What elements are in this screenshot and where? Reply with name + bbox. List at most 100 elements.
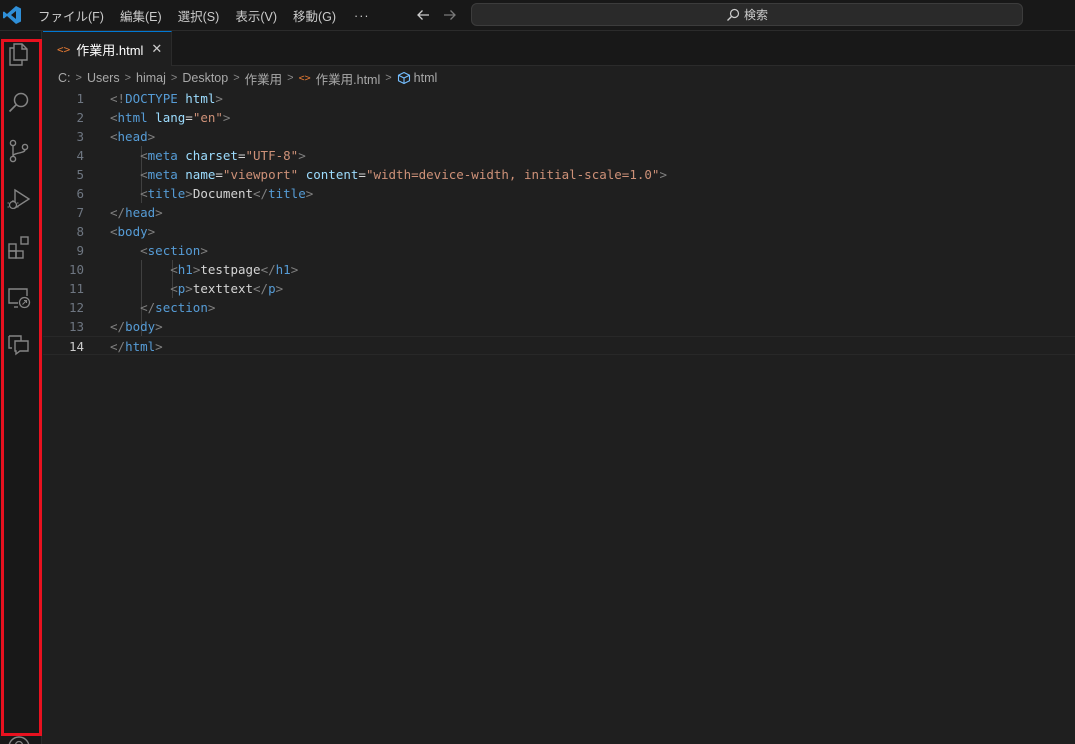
code-text: <body>: [110, 222, 155, 241]
code-line[interactable]: 14 </html>: [43, 336, 1075, 355]
breadcrumb-drive[interactable]: C:: [58, 71, 71, 85]
code-token: <: [110, 129, 118, 144]
line-number: 13: [68, 319, 84, 334]
code-token: <: [140, 243, 148, 258]
code-token: </: [140, 300, 156, 315]
chevron-right-icon: >: [233, 72, 240, 84]
code-text: <meta name="viewport" content="width=dev…: [110, 165, 667, 184]
breadcrumb-folder[interactable]: 作業用: [245, 69, 283, 88]
code-token: <: [110, 110, 118, 125]
code-line[interactable]: 7 </head>: [43, 203, 1075, 222]
breadcrumb-himaj[interactable]: himaj: [136, 71, 166, 85]
title-bar: ファイル(F) 編集(E) 選択(S) 表示(V) 移動(G) ··· 検索: [0, 0, 1075, 31]
code-line[interactable]: 13 </body>: [43, 317, 1075, 336]
code-token: </: [110, 319, 126, 334]
code-line[interactable]: 10 <h1>testpage</h1>: [43, 260, 1075, 279]
code-token: >: [207, 300, 216, 315]
code-line[interactable]: 8 <body>: [43, 222, 1075, 241]
code-token: >: [298, 148, 306, 163]
code-token: "UTF-8": [245, 148, 299, 163]
code-token: texttext: [192, 281, 254, 296]
code-token: <: [140, 186, 148, 201]
line-number: 7: [76, 205, 84, 220]
code-text: </body>: [110, 317, 163, 336]
breadcrumb: C: > Users > himaj > Desktop > 作業用 > <> …: [58, 69, 437, 87]
code-line[interactable]: 12 </section>: [43, 298, 1075, 317]
code-token: >: [185, 186, 193, 201]
code-token: "en": [192, 110, 223, 125]
search-icon: [727, 8, 740, 21]
menu-file[interactable]: ファイル(F): [38, 6, 104, 25]
code-token: >: [222, 110, 231, 125]
breadcrumb-desktop[interactable]: Desktop: [182, 71, 228, 85]
code-line[interactable]: 4 <meta charset="UTF-8">: [43, 146, 1075, 165]
arrow-left-icon[interactable]: [414, 6, 432, 24]
code-token: >: [290, 262, 299, 277]
chevron-right-icon: >: [75, 72, 82, 84]
code-line[interactable]: 2 <html lang="en">: [43, 108, 1075, 127]
code-token: "viewport": [222, 167, 299, 182]
line-number: 4: [76, 148, 84, 163]
line-number: 12: [68, 300, 84, 315]
code-line[interactable]: 11 <p>texttext</p>: [43, 279, 1075, 298]
code-token: >: [305, 186, 314, 201]
menu-bar: ファイル(F) 編集(E) 選択(S) 表示(V) 移動(G) ···: [38, 0, 386, 31]
line-number: 14: [68, 339, 84, 354]
code-line[interactable]: 1 <!DOCTYPE html>: [43, 89, 1075, 108]
menu-go[interactable]: 移動(G): [293, 6, 336, 25]
code-token: content: [305, 167, 359, 182]
code-token: <: [110, 224, 118, 239]
code-token: Document: [192, 186, 254, 201]
menu-edit[interactable]: 編集(E): [120, 6, 162, 25]
code-token: html: [185, 91, 216, 106]
breadcrumb-symbol[interactable]: html: [414, 71, 438, 85]
code-token: </: [253, 281, 269, 296]
menu-more-button[interactable]: ···: [354, 9, 370, 23]
chevron-right-icon: >: [385, 72, 392, 84]
code-token: html: [125, 339, 156, 354]
line-number: 5: [76, 167, 84, 182]
breadcrumb-users[interactable]: Users: [87, 71, 120, 85]
code-line[interactable]: 5 <meta name="viewport" content="width=d…: [43, 165, 1075, 184]
code-line[interactable]: 9 <section>: [43, 241, 1075, 260]
line-number: 10: [68, 262, 84, 277]
code-token: title: [268, 186, 306, 201]
command-center-search[interactable]: 検索: [471, 3, 1023, 26]
tab-sakugyou-html[interactable]: <> 作業用.html ✕: [43, 31, 172, 66]
menu-view[interactable]: 表示(V): [235, 6, 277, 25]
symbol-cube-icon: [397, 71, 410, 85]
close-icon[interactable]: ✕: [151, 41, 162, 57]
chevron-right-icon: >: [170, 72, 178, 84]
code-token: <: [140, 148, 148, 163]
code-line[interactable]: 6 <title>Document</title>: [43, 184, 1075, 203]
code-token: p: [268, 281, 276, 296]
menu-selection[interactable]: 選択(S): [178, 6, 220, 25]
code-token: html: [117, 110, 148, 125]
code-token: >: [659, 167, 667, 182]
code-text: <meta charset="UTF-8">: [110, 146, 306, 165]
code-token: <: [140, 167, 148, 182]
breadcrumb-file[interactable]: 作業用.html: [316, 69, 381, 88]
code-editor[interactable]: 1 <!DOCTYPE html> 2 <html lang="en"> 3 <head>…: [43, 89, 1075, 744]
html-file-icon: <>: [298, 72, 311, 84]
vscode-logo-icon[interactable]: [2, 5, 22, 25]
arrow-right-icon[interactable]: [441, 6, 459, 24]
chevron-right-icon: >: [287, 72, 294, 84]
code-line[interactable]: 3 <head>: [43, 127, 1075, 146]
code-text: </section>: [110, 298, 215, 317]
code-token: h1: [177, 262, 193, 277]
code-token: </: [260, 262, 276, 277]
code-token: >: [200, 243, 208, 258]
code-token: "width=device-width, initial-scale=1.0": [365, 167, 660, 182]
chevron-right-icon: >: [124, 72, 132, 84]
code-token: head: [125, 205, 156, 220]
code-token: >: [185, 281, 193, 296]
code-token: charset: [185, 148, 238, 163]
activity-bar: [0, 31, 42, 744]
